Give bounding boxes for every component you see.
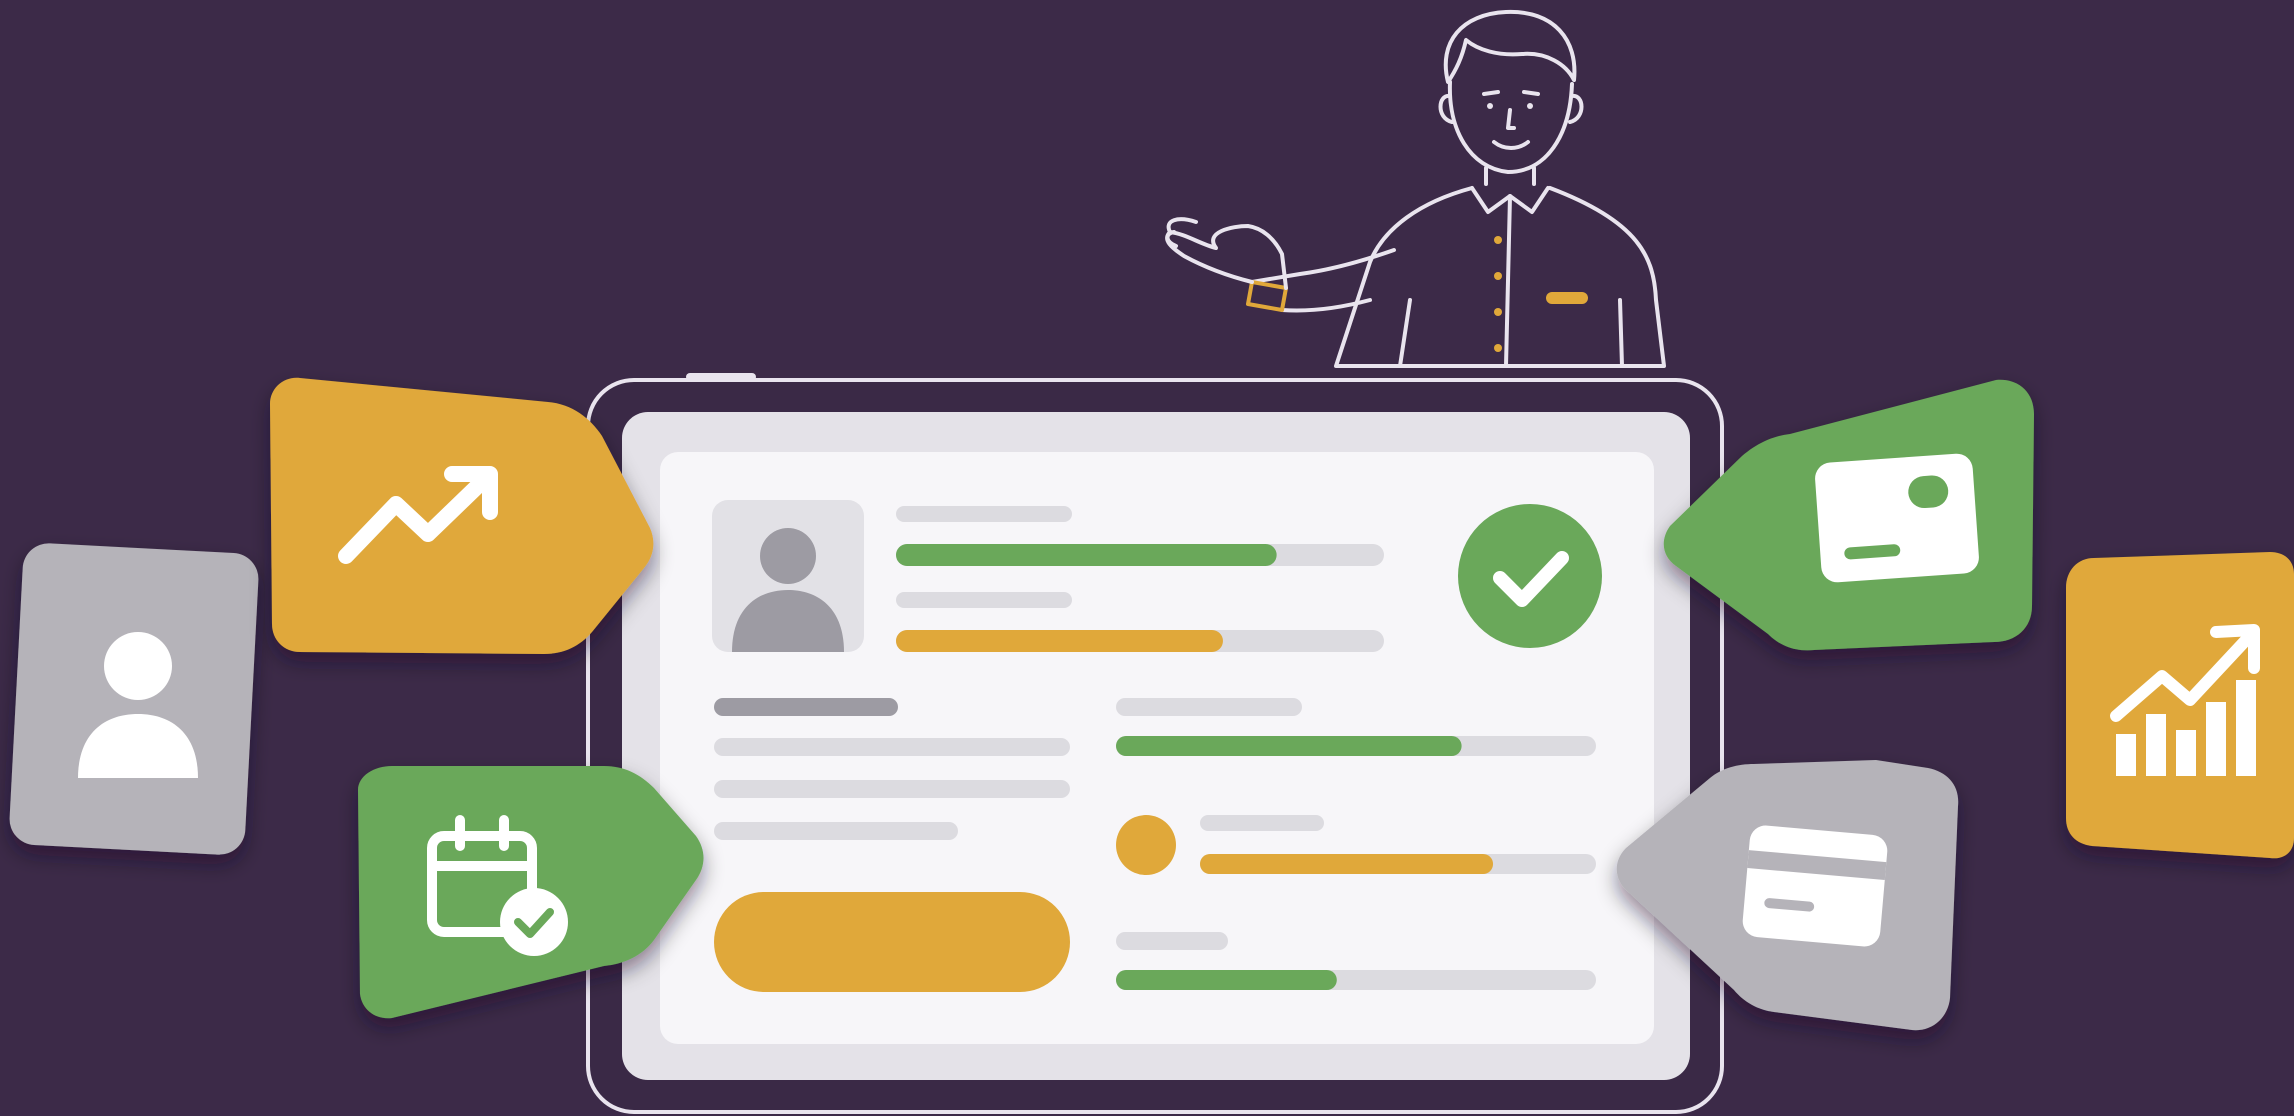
status-check-icon (1458, 504, 1602, 648)
tag-bar-chart (2066, 552, 2294, 859)
left-text-line (714, 780, 1070, 798)
right-avatar-dot (1116, 815, 1176, 875)
right-label-line (1200, 815, 1324, 831)
left-heading-line (714, 698, 898, 716)
profile-role-line (896, 592, 1072, 608)
right-label-line (1116, 932, 1228, 950)
profile-name-line (896, 506, 1072, 522)
tablet-camera-notch (686, 373, 756, 381)
right-progress-bar-fill (1200, 854, 1494, 874)
profile-progress-bar-fill (896, 630, 1223, 652)
right-progress-bar-fill (1116, 970, 1337, 990)
credit-card-icon (1742, 825, 1888, 947)
profile-progress-bar-fill (896, 544, 1277, 566)
id-card-icon (1815, 453, 1979, 583)
left-text-line (714, 738, 1070, 756)
primary-action-button[interactable] (714, 892, 1070, 992)
left-text-line (714, 822, 958, 840)
illustration (0, 0, 2294, 1116)
right-label-line (1116, 698, 1302, 716)
presenter-badge (1546, 292, 1588, 304)
tag-user (9, 543, 259, 855)
tablet (586, 373, 1724, 1114)
right-progress-bar-fill (1116, 736, 1462, 756)
